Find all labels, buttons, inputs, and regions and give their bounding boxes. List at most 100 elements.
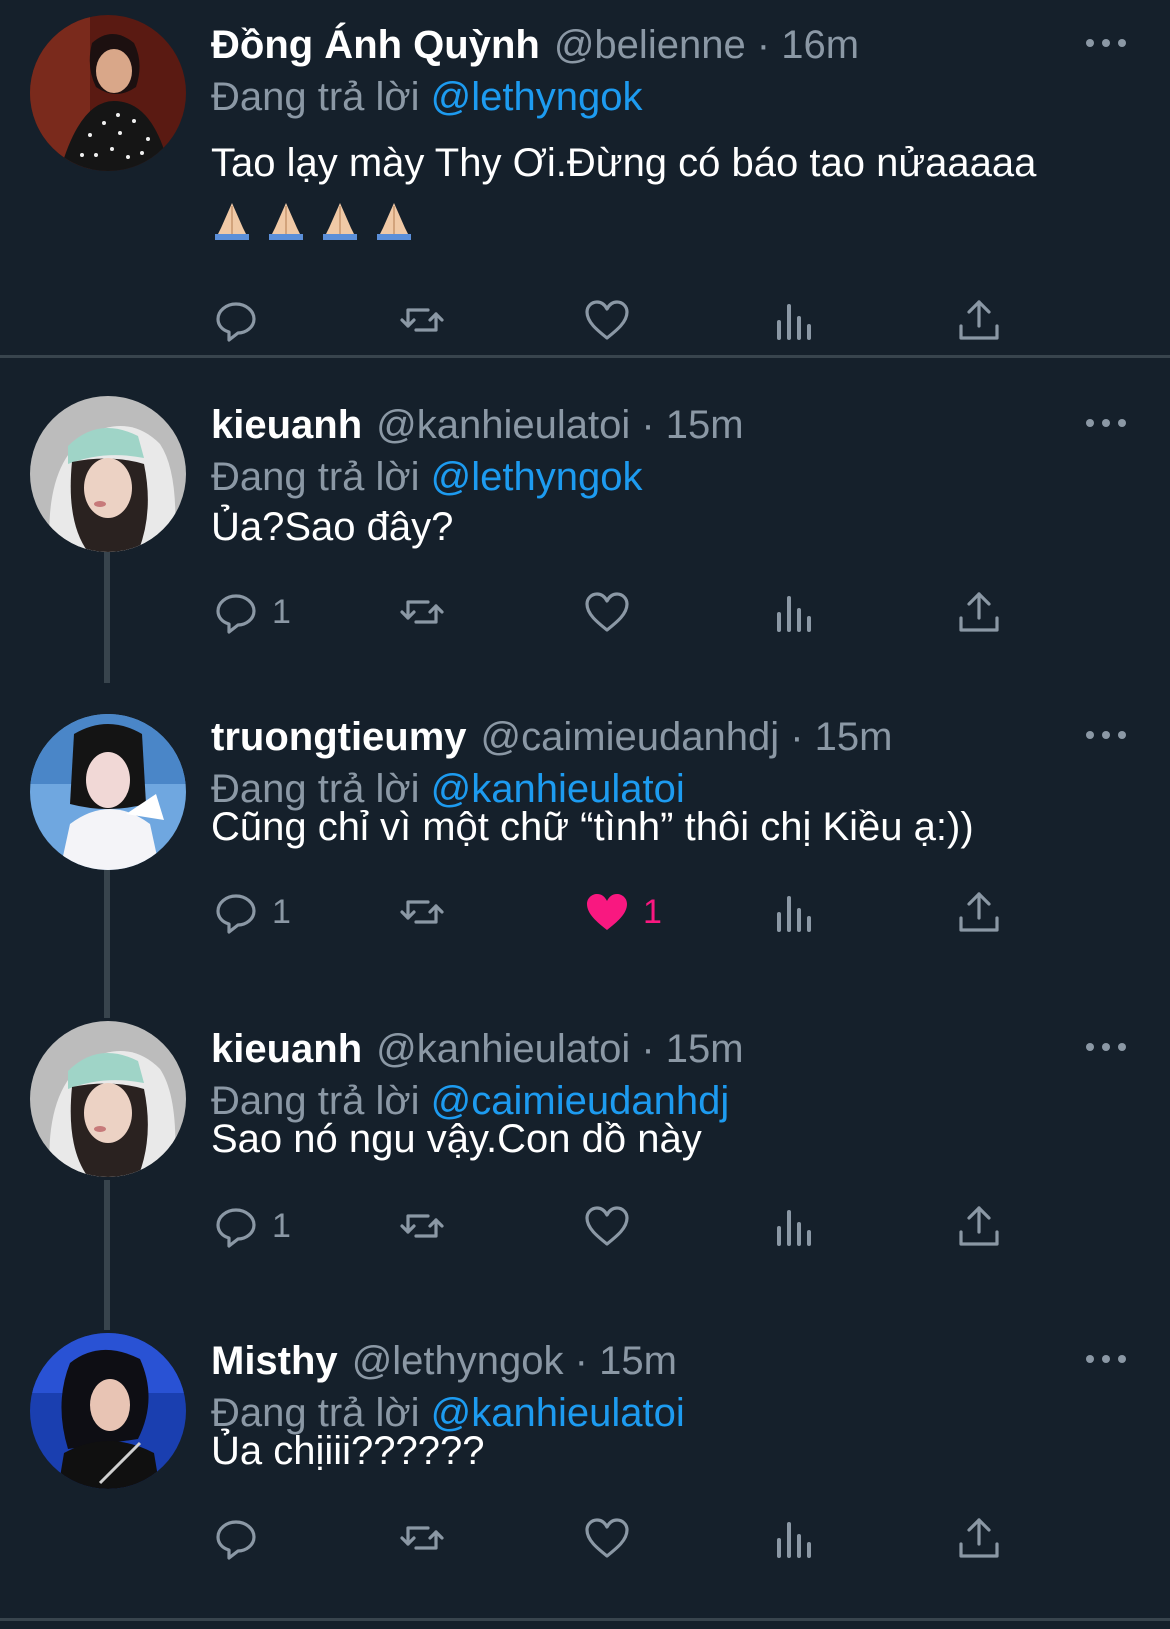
avatar[interactable] (30, 714, 186, 870)
retweet-icon (400, 600, 444, 624)
display-name[interactable]: truongtieumy (211, 712, 467, 762)
retweet-button[interactable] (398, 1196, 446, 1256)
avatar[interactable] (30, 1333, 186, 1489)
share-button[interactable] (955, 582, 1003, 642)
tweet[interactable]: Misthy @lethyngok · 15m Đang trả lời @ka… (0, 1316, 1170, 1616)
reply-icon (216, 1208, 256, 1248)
tweet[interactable]: kieuanh @kanhieulatoi · 15m Đang trả lời… (0, 380, 1170, 680)
views-button[interactable] (770, 882, 818, 942)
retweet-icon (400, 1526, 444, 1550)
more-options-icon[interactable] (1086, 408, 1126, 438)
divider (0, 355, 1170, 358)
share-icon (959, 592, 999, 632)
views-icon (777, 1210, 811, 1246)
tweet[interactable]: truongtieumy @caimieudanhdj · 15m Đang t… (0, 692, 1170, 992)
retweet-icon (400, 1214, 444, 1238)
like-button[interactable] (583, 1508, 643, 1568)
reply-button[interactable]: 1 (212, 882, 291, 942)
share-button[interactable] (955, 1508, 1003, 1568)
like-button[interactable] (583, 1196, 643, 1256)
display-name[interactable]: Misthy (211, 1336, 338, 1386)
like-count: 1 (643, 892, 662, 931)
heart-icon (585, 1518, 629, 1558)
avatar[interactable] (30, 396, 186, 552)
views-icon (777, 896, 811, 932)
handle-and-time: @caimieudanhdj · 15m (480, 715, 893, 759)
avatar[interactable] (30, 1021, 186, 1177)
display-name[interactable]: kieuanh (211, 1024, 362, 1074)
like-button[interactable] (583, 582, 643, 642)
views-icon (777, 304, 811, 340)
action-bar: 1 1 (0, 882, 1170, 942)
retweet-button[interactable] (398, 882, 446, 942)
handle-and-time: @belienne · 16m (553, 23, 860, 67)
retweet-icon (400, 308, 444, 332)
folded-hands-icon (269, 203, 303, 240)
tweet-text: Tao lạy mày Thy Ơi.Đừng có báo tao nửaaa… (211, 141, 1037, 185)
folded-hands-icon (377, 203, 411, 240)
reply-button[interactable] (212, 1508, 272, 1568)
views-button[interactable] (770, 290, 818, 350)
replying-to-handle[interactable]: @lethyngok (431, 75, 643, 119)
share-button[interactable] (955, 290, 1003, 350)
reply-button[interactable]: 1 (212, 1196, 291, 1256)
replying-to-handle[interactable]: @lethyngok (431, 455, 643, 499)
handle-and-time: @kanhieulatoi · 15m (376, 1027, 744, 1071)
tweet-header: truongtieumy @caimieudanhdj · 15m (211, 712, 1170, 762)
handle-and-time: @lethyngok · 15m (351, 1339, 677, 1383)
retweet-button[interactable] (398, 290, 446, 350)
replying-to-label: Đang trả lời (211, 75, 420, 119)
heart-icon (585, 1206, 629, 1246)
views-icon (777, 1522, 811, 1558)
share-icon (959, 1518, 999, 1558)
reply-count: 1 (272, 1206, 291, 1245)
heart-filled-icon (587, 894, 627, 930)
retweet-button[interactable] (398, 582, 446, 642)
reply-icon (216, 1520, 256, 1560)
replying-to-label: Đang trả lời (211, 455, 420, 499)
more-options-icon[interactable] (1086, 1032, 1126, 1062)
share-button[interactable] (955, 1196, 1003, 1256)
reply-button[interactable] (212, 290, 272, 350)
tweet[interactable]: kieuanh @kanhieulatoi · 15m Đang trả lời… (0, 1004, 1170, 1304)
share-button[interactable] (955, 882, 1003, 942)
display-name[interactable]: kieuanh (211, 400, 362, 450)
reply-icon (216, 894, 256, 934)
like-button[interactable]: 1 (583, 882, 662, 942)
action-bar (0, 1508, 1170, 1568)
tweet-header: kieuanh @kanhieulatoi · 15m (211, 400, 1170, 450)
tweet-text: Cũng chỉ vì một chữ “tình” thôi chị Kiều… (211, 805, 974, 849)
views-button[interactable] (770, 1196, 818, 1256)
reply-count: 1 (272, 892, 291, 931)
heart-icon (585, 300, 629, 340)
display-name[interactable]: Đồng Ánh Quỳnh (211, 20, 540, 70)
views-icon (777, 596, 811, 632)
retweet-button[interactable] (398, 1508, 446, 1568)
avatar[interactable] (30, 15, 186, 171)
tweet-header: Đồng Ánh Quỳnh @belienne · 16m (211, 20, 1170, 70)
share-icon (959, 892, 999, 932)
replying-to: Đang trả lời @lethyngok (211, 452, 643, 502)
replying-to: Đang trả lời @lethyngok (211, 72, 643, 122)
reply-icon (216, 302, 256, 342)
views-button[interactable] (770, 1508, 818, 1568)
heart-icon (585, 592, 629, 632)
tweet-header: kieuanh @kanhieulatoi · 15m (211, 1024, 1170, 1074)
tweet-text: Ủa chịiii?????? (211, 1429, 485, 1473)
more-options-icon[interactable] (1086, 720, 1126, 750)
reply-button[interactable]: 1 (212, 582, 291, 642)
reply-count: 1 (272, 592, 291, 631)
tweet-text: Sao nó ngu vậy.Con dồ này (211, 1117, 702, 1161)
tweet-header: Misthy @lethyngok · 15m (211, 1336, 1170, 1386)
like-button[interactable] (583, 290, 643, 350)
tweet[interactable]: Đồng Ánh Quỳnh @belienne · 16m Đang trả … (0, 0, 1170, 355)
views-button[interactable] (770, 582, 818, 642)
share-icon (959, 1206, 999, 1246)
action-bar: 1 (0, 582, 1170, 642)
reply-icon (216, 594, 256, 634)
share-icon (959, 300, 999, 340)
more-options-icon[interactable] (1086, 1344, 1126, 1374)
tweet-thread: Đồng Ánh Quỳnh @belienne · 16m Đang trả … (0, 0, 1170, 1629)
more-options-icon[interactable] (1086, 28, 1126, 58)
tweet-text: Ủa?Sao đây? (211, 505, 454, 549)
